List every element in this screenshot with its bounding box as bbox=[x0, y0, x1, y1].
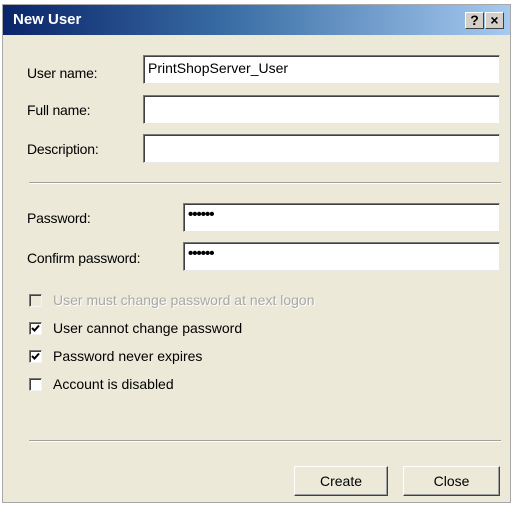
description-field[interactable] bbox=[143, 134, 500, 163]
checkmark-icon bbox=[31, 324, 40, 332]
password-label: Password: bbox=[27, 210, 91, 226]
close-button[interactable]: Close bbox=[403, 466, 500, 496]
must-change-password-checkbox bbox=[29, 294, 42, 307]
username-label: User name: bbox=[27, 65, 98, 81]
separator-bottom bbox=[29, 440, 501, 442]
account-disabled-checkbox[interactable] bbox=[29, 378, 42, 391]
account-disabled-option[interactable]: Account is disabled bbox=[29, 376, 209, 393]
help-icon: ? bbox=[470, 12, 479, 28]
account-disabled-label: Account is disabled bbox=[53, 376, 174, 392]
close-icon: × bbox=[490, 12, 499, 28]
password-never-expires-option[interactable]: Password never expires bbox=[29, 348, 229, 365]
close-window-button[interactable]: × bbox=[485, 12, 504, 29]
fullname-field[interactable] bbox=[143, 95, 500, 124]
checkmark-icon bbox=[31, 352, 40, 360]
new-user-dialog: New User ? × User name: PrintShopServer_… bbox=[2, 4, 511, 503]
help-button[interactable]: ? bbox=[465, 12, 484, 29]
description-label: Description: bbox=[27, 141, 99, 157]
title-bar[interactable]: New User ? × bbox=[3, 5, 510, 35]
cannot-change-password-label: User cannot change password bbox=[53, 320, 243, 336]
cannot-change-password-option[interactable]: User cannot change password bbox=[29, 320, 269, 337]
confirm-password-field[interactable]: •••••• bbox=[183, 242, 500, 271]
must-change-password-option: User must change password at next logon bbox=[29, 292, 349, 309]
password-never-expires-checkbox[interactable] bbox=[29, 350, 42, 363]
cannot-change-password-checkbox[interactable] bbox=[29, 322, 42, 335]
password-never-expires-label: Password never expires bbox=[53, 348, 203, 364]
password-field[interactable]: •••••• bbox=[183, 203, 500, 232]
dialog-title: New User bbox=[13, 11, 82, 28]
confirm-password-label: Confirm password: bbox=[27, 250, 141, 266]
must-change-password-label: User must change password at next logon bbox=[53, 292, 315, 308]
username-field[interactable]: PrintShopServer_User bbox=[143, 55, 500, 84]
fullname-label: Full name: bbox=[27, 102, 91, 118]
create-button[interactable]: Create bbox=[294, 466, 388, 496]
separator-top bbox=[29, 182, 501, 184]
